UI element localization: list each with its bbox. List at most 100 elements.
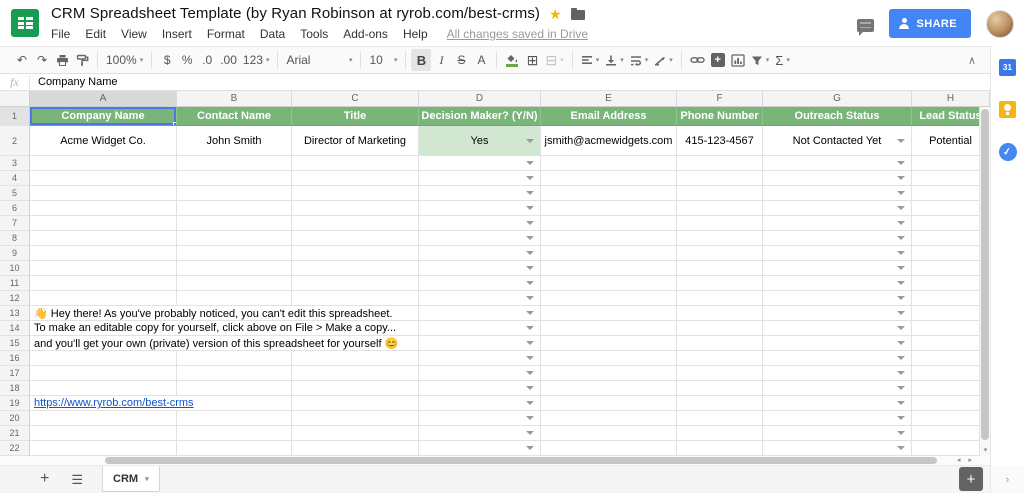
cell-A10[interactable]	[30, 261, 177, 276]
cell-C4[interactable]	[292, 171, 419, 186]
cell-E14[interactable]	[541, 321, 677, 336]
cell-D6[interactable]	[419, 201, 541, 216]
cell-B11[interactable]	[177, 276, 292, 291]
dropdown-arrow-G7[interactable]	[897, 221, 905, 225]
text-color-button[interactable]: A	[471, 49, 491, 71]
row-header-21[interactable]: 21	[0, 426, 30, 441]
cell-D4[interactable]	[419, 171, 541, 186]
cell-C12[interactable]	[292, 291, 419, 306]
cell-C21[interactable]	[292, 426, 419, 441]
cell-E22[interactable]	[541, 441, 677, 456]
dropdown-arrow-G13[interactable]	[897, 311, 905, 315]
cell-G8[interactable]	[763, 231, 912, 246]
dropdown-arrow-G8[interactable]	[897, 236, 905, 240]
sheet-tab-caret-icon[interactable]: ▾	[145, 475, 149, 483]
cell-F1[interactable]: Phone Number	[677, 107, 763, 126]
cell-A19[interactable]: https://www.ryrob.com/best-crms	[30, 396, 292, 411]
dropdown-arrow-G5[interactable]	[897, 191, 905, 195]
cell-A9[interactable]	[30, 246, 177, 261]
row-header-14[interactable]: 14	[0, 321, 30, 336]
cell-F13[interactable]	[677, 306, 763, 321]
cell-G9[interactable]	[763, 246, 912, 261]
cell-C1[interactable]: Title	[292, 107, 419, 126]
row-header-22[interactable]: 22	[0, 441, 30, 456]
cell-G1[interactable]: Outreach Status	[763, 107, 912, 126]
cell-C16[interactable]	[292, 351, 419, 366]
row-header-12[interactable]: 12	[0, 291, 30, 306]
cell-A3[interactable]	[30, 156, 177, 171]
dropdown-arrow-G22[interactable]	[897, 446, 905, 450]
cell-E5[interactable]	[541, 186, 677, 201]
cell-F9[interactable]	[677, 246, 763, 261]
dropdown-arrow-G6[interactable]	[897, 206, 905, 210]
vertical-align-button[interactable]: ▾	[602, 49, 627, 71]
cell-F3[interactable]	[677, 156, 763, 171]
row-header-19[interactable]: 19	[0, 396, 30, 411]
cell-B2[interactable]: John Smith	[177, 126, 292, 156]
cell-D5[interactable]	[419, 186, 541, 201]
row-header-9[interactable]: 9	[0, 246, 30, 261]
cell-D8[interactable]	[419, 231, 541, 246]
cell-E4[interactable]	[541, 171, 677, 186]
format-percent-button[interactable]: %	[177, 49, 197, 71]
cell-C2[interactable]: Director of Marketing	[292, 126, 419, 156]
dropdown-arrow-G18[interactable]	[897, 386, 905, 390]
menu-help[interactable]: Help	[403, 27, 428, 41]
row-header-6[interactable]: 6	[0, 201, 30, 216]
cell-A22[interactable]	[30, 441, 177, 456]
functions-button[interactable]: Σ ▾	[772, 49, 793, 71]
cell-D19[interactable]	[419, 396, 541, 411]
cell-E3[interactable]	[541, 156, 677, 171]
cell-A14[interactable]: To make an editable copy for yourself, c…	[30, 321, 419, 336]
strikethrough-button[interactable]: S	[451, 49, 471, 71]
dropdown-arrow-G17[interactable]	[897, 371, 905, 375]
sheet-tab-crm[interactable]: CRM ▾	[102, 466, 160, 492]
cell-E7[interactable]	[541, 216, 677, 231]
dropdown-arrow-D7[interactable]	[526, 221, 534, 225]
cell-F16[interactable]	[677, 351, 763, 366]
menu-insert[interactable]: Insert	[162, 27, 192, 41]
saved-status[interactable]: All changes saved in Drive	[447, 27, 588, 41]
cell-B8[interactable]	[177, 231, 292, 246]
cell-D1[interactable]: Decision Maker? (Y/N)	[419, 107, 541, 126]
cell-B1[interactable]: Contact Name	[177, 107, 292, 126]
cell-A18[interactable]	[30, 381, 177, 396]
cell-D21[interactable]	[419, 426, 541, 441]
cell-D16[interactable]	[419, 351, 541, 366]
cell-A4[interactable]	[30, 171, 177, 186]
cell-C3[interactable]	[292, 156, 419, 171]
cell-E8[interactable]	[541, 231, 677, 246]
row-header-4[interactable]: 4	[0, 171, 30, 186]
cell-G5[interactable]	[763, 186, 912, 201]
share-button[interactable]: SHARE	[889, 9, 971, 38]
column-header-C[interactable]: C	[292, 91, 419, 107]
dropdown-arrow-D13[interactable]	[526, 311, 534, 315]
column-header-F[interactable]: F	[677, 91, 763, 107]
dropdown-arrow-D15[interactable]	[526, 341, 534, 345]
cell-C5[interactable]	[292, 186, 419, 201]
cell-A7[interactable]	[30, 216, 177, 231]
row-header-1[interactable]: 1	[0, 107, 30, 126]
cell-B10[interactable]	[177, 261, 292, 276]
cell-D22[interactable]	[419, 441, 541, 456]
cell-G15[interactable]	[763, 336, 912, 351]
folder-icon[interactable]	[570, 7, 585, 20]
cell-A11[interactable]	[30, 276, 177, 291]
dropdown-arrow-G2[interactable]	[897, 138, 905, 143]
cell-F5[interactable]	[677, 186, 763, 201]
scroll-down-arrow[interactable]: ▾	[980, 446, 990, 454]
cell-D14[interactable]	[419, 321, 541, 336]
cell-B6[interactable]	[177, 201, 292, 216]
format-currency-button[interactable]: $	[157, 49, 177, 71]
menu-view[interactable]: View	[121, 27, 147, 41]
dropdown-arrow-G9[interactable]	[897, 251, 905, 255]
cell-C19[interactable]	[292, 396, 419, 411]
tasks-icon[interactable]	[998, 143, 1017, 161]
cell-C17[interactable]	[292, 366, 419, 381]
cell-D2[interactable]: Yes	[419, 126, 541, 156]
more-formats-button[interactable]: 123 ▾	[240, 49, 273, 71]
cell-E11[interactable]	[541, 276, 677, 291]
filter-button[interactable]: ▾	[748, 49, 773, 71]
dropdown-arrow-D2[interactable]	[526, 138, 534, 143]
cell-A16[interactable]	[30, 351, 177, 366]
